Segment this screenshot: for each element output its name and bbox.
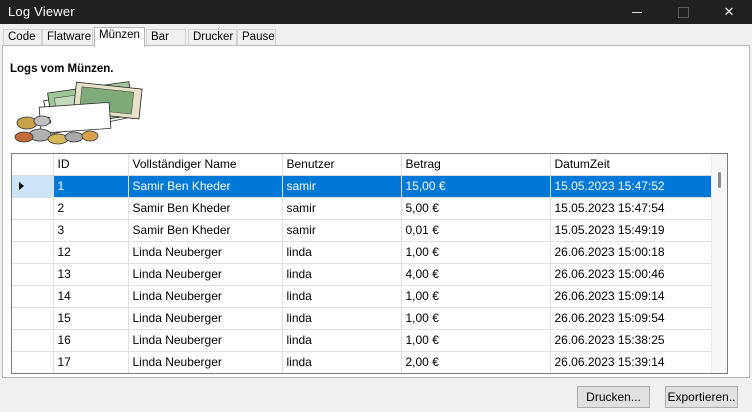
window-title: Log Viewer <box>8 4 75 19</box>
cell-user[interactable]: linda <box>282 285 402 308</box>
title-bar: Log Viewer ✕ <box>0 0 752 24</box>
table-row[interactable]: 2 Samir Ben Kheder samir 5,00 € 15.05.20… <box>12 197 713 220</box>
row-header[interactable] <box>12 285 54 308</box>
column-header-full-name[interactable]: Vollständiger Name <box>128 154 283 176</box>
cell-amount[interactable]: 5,00 € <box>401 197 551 220</box>
maximize-icon[interactable] <box>660 0 706 24</box>
cell-full-name[interactable]: Linda Neuberger <box>128 241 283 264</box>
cell-id[interactable]: 15 <box>53 307 129 330</box>
column-header-datetime[interactable]: DatumZeit <box>550 154 713 176</box>
tab-flatware[interactable]: Flatware <box>42 29 93 46</box>
log-data-grid[interactable]: ID Vollständiger Name Benutzer Betrag Da… <box>11 153 728 374</box>
cell-full-name[interactable]: Linda Neuberger <box>128 351 283 373</box>
row-header[interactable] <box>12 351 54 373</box>
close-icon[interactable]: ✕ <box>706 0 752 24</box>
cell-datetime[interactable]: 26.06.2023 15:09:54 <box>550 307 713 330</box>
export-button[interactable]: Exportieren.. <box>665 386 738 408</box>
tab-code[interactable]: Code <box>3 29 42 46</box>
minimize-icon[interactable] <box>614 0 660 24</box>
table-row[interactable]: 17 Linda Neuberger linda 2,00 € 26.06.20… <box>12 351 713 373</box>
cell-datetime[interactable]: 15.05.2023 15:49:19 <box>550 219 713 242</box>
cell-datetime[interactable]: 26.06.2023 15:00:18 <box>550 241 713 264</box>
print-button[interactable]: Drucken... <box>577 386 650 408</box>
cell-id[interactable]: 17 <box>53 351 129 373</box>
row-header[interactable] <box>12 307 54 330</box>
cell-id[interactable]: 16 <box>53 329 129 352</box>
column-header-amount[interactable]: Betrag <box>401 154 551 176</box>
cell-datetime[interactable]: 26.06.2023 15:39:14 <box>550 351 713 373</box>
cell-user[interactable]: linda <box>282 263 402 286</box>
current-row-arrow-icon <box>19 182 24 190</box>
table-row[interactable]: 1 Samir Ben Kheder samir 15,00 € 15.05.2… <box>12 175 713 198</box>
scrollbar-thumb[interactable] <box>718 172 721 188</box>
vertical-scrollbar[interactable] <box>711 154 727 373</box>
cell-amount[interactable]: 1,00 € <box>401 307 551 330</box>
cell-datetime[interactable]: 15.05.2023 15:47:54 <box>550 197 713 220</box>
cell-amount[interactable]: 0,01 € <box>401 219 551 242</box>
table-header-row: ID Vollständiger Name Benutzer Betrag Da… <box>12 154 713 176</box>
cell-user[interactable]: samir <box>282 197 402 220</box>
cell-full-name[interactable]: Linda Neuberger <box>128 329 283 352</box>
cell-full-name[interactable]: Samir Ben Kheder <box>128 219 283 242</box>
coins-and-banknotes-image: 5 5 <box>14 81 143 145</box>
cell-id[interactable]: 2 <box>53 197 129 220</box>
row-header[interactable] <box>12 197 54 220</box>
row-header[interactable] <box>12 329 54 352</box>
cell-id[interactable]: 1 <box>53 175 129 198</box>
cell-full-name[interactable]: Linda Neuberger <box>128 285 283 308</box>
tab-bar[interactable]: Bar <box>146 29 186 46</box>
cell-user[interactable]: linda <box>282 329 402 352</box>
tab-muenzen[interactable]: Münzen <box>94 27 145 47</box>
row-header[interactable] <box>12 241 54 264</box>
tab-pause[interactable]: Pause <box>237 29 276 46</box>
row-header[interactable] <box>12 175 54 198</box>
cell-user[interactable]: linda <box>282 351 402 373</box>
row-header-corner <box>12 154 54 176</box>
row-header[interactable] <box>12 219 54 242</box>
table-row[interactable]: 12 Linda Neuberger linda 1,00 € 26.06.20… <box>12 241 713 264</box>
row-header[interactable] <box>12 263 54 286</box>
log-table: ID Vollständiger Name Benutzer Betrag Da… <box>12 154 713 373</box>
cell-user[interactable]: linda <box>282 241 402 264</box>
cell-full-name[interactable]: Linda Neuberger <box>128 307 283 330</box>
cell-amount[interactable]: 2,00 € <box>401 351 551 373</box>
column-header-user[interactable]: Benutzer <box>282 154 402 176</box>
cell-amount[interactable]: 1,00 € <box>401 329 551 352</box>
table-row[interactable]: 15 Linda Neuberger linda 1,00 € 26.06.20… <box>12 307 713 330</box>
cell-id[interactable]: 3 <box>53 219 129 242</box>
cell-user[interactable]: linda <box>282 307 402 330</box>
tab-strip: Code Flatware Münzen Bar Drucker Pause <box>0 27 752 47</box>
table-row[interactable]: 13 Linda Neuberger linda 4,00 € 26.06.20… <box>12 263 713 286</box>
cell-full-name[interactable]: Samir Ben Kheder <box>128 175 283 198</box>
cell-amount[interactable]: 4,00 € <box>401 263 551 286</box>
cell-user[interactable]: samir <box>282 175 402 198</box>
cell-id[interactable]: 14 <box>53 285 129 308</box>
cell-datetime[interactable]: 26.06.2023 15:38:25 <box>550 329 713 352</box>
cell-full-name[interactable]: Linda Neuberger <box>128 263 283 286</box>
cell-datetime[interactable]: 15.05.2023 15:47:52 <box>550 175 713 198</box>
table-row[interactable]: 14 Linda Neuberger linda 1,00 € 26.06.20… <box>12 285 713 308</box>
cell-id[interactable]: 12 <box>53 241 129 264</box>
cell-user[interactable]: samir <box>282 219 402 242</box>
column-header-id[interactable]: ID <box>53 154 129 176</box>
cell-id[interactable]: 13 <box>53 263 129 286</box>
tab-drucker[interactable]: Drucker <box>188 29 237 46</box>
cell-amount[interactable]: 1,00 € <box>401 241 551 264</box>
page-title: Logs vom Münzen. <box>10 63 114 75</box>
table-row[interactable]: 3 Samir Ben Kheder samir 0,01 € 15.05.20… <box>12 219 713 242</box>
cell-full-name[interactable]: Samir Ben Kheder <box>128 197 283 220</box>
cell-datetime[interactable]: 26.06.2023 15:00:46 <box>550 263 713 286</box>
cell-amount[interactable]: 15,00 € <box>401 175 551 198</box>
cell-amount[interactable]: 1,00 € <box>401 285 551 308</box>
table-row[interactable]: 16 Linda Neuberger linda 1,00 € 26.06.20… <box>12 329 713 352</box>
cell-datetime[interactable]: 26.06.2023 15:09:14 <box>550 285 713 308</box>
